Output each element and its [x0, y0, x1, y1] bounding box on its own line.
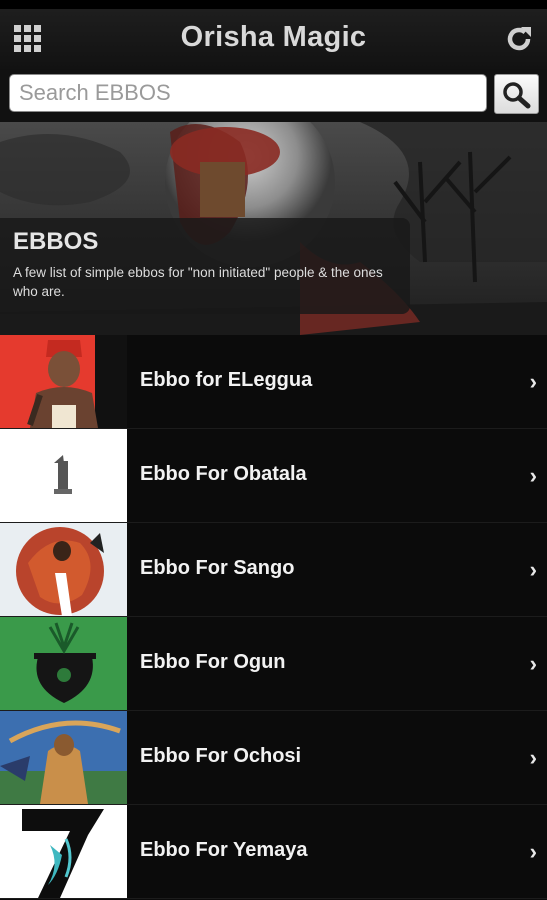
sango-thumbnail	[0, 523, 127, 616]
hero-banner[interactable]: EBBOS A few list of simple ebbos for "no…	[0, 122, 547, 335]
chevron-right-icon: ›	[529, 463, 537, 488]
chevron-right-icon: ›	[529, 369, 537, 394]
search-input[interactable]	[9, 74, 487, 112]
list-item-yemaya[interactable]: Ebbo For Yemaya ›	[0, 805, 547, 899]
list-item-label: Ebbo For Sango	[140, 557, 295, 579]
status-bar	[0, 0, 547, 9]
ochosi-thumbnail	[0, 711, 127, 804]
search-icon	[503, 82, 531, 109]
obatala-thumbnail	[0, 429, 127, 522]
list-item-eleggua[interactable]: Ebbo for ELeggua ›	[0, 335, 547, 429]
chevron-right-icon: ›	[529, 839, 537, 864]
chevron-right-icon: ›	[529, 745, 537, 770]
refresh-icon[interactable]	[503, 23, 535, 55]
list-item-ogun[interactable]: Ebbo For Ogun ›	[0, 617, 547, 711]
list-item-ochosi[interactable]: Ebbo For Ochosi ›	[0, 711, 547, 805]
list-item-sango[interactable]: Ebbo For Sango ›	[0, 523, 547, 617]
search-button[interactable]	[494, 74, 539, 114]
app-title: Orisha Magic	[180, 21, 367, 53]
list-item-label: Ebbo for ELeggua	[140, 369, 313, 391]
hero-title: EBBOS	[13, 228, 99, 255]
ogun-thumbnail	[0, 617, 127, 710]
chevron-right-icon: ›	[529, 651, 537, 676]
hero-description: A few list of simple ebbos for "non init…	[13, 265, 383, 299]
list-item-obatala[interactable]: Ebbo For Obatala ›	[0, 429, 547, 523]
list-item-label: Ebbo For Yemaya	[140, 839, 308, 861]
search-bar	[0, 69, 547, 122]
list-item-label: Ebbo For Ogun	[140, 651, 286, 673]
app-header: Orisha Magic	[0, 9, 547, 69]
chevron-right-icon: ›	[529, 557, 537, 582]
list-item-label: Ebbo For Ochosi	[140, 745, 302, 767]
ebbo-list: Ebbo for ELeggua › Ebbo For Obatala › Eb…	[0, 335, 547, 899]
yemaya-thumbnail	[0, 805, 127, 898]
hero-caption: EBBOS A few list of simple ebbos for "no…	[0, 218, 410, 314]
list-item-label: Ebbo For Obatala	[140, 463, 307, 485]
eleggua-thumbnail	[0, 335, 127, 428]
